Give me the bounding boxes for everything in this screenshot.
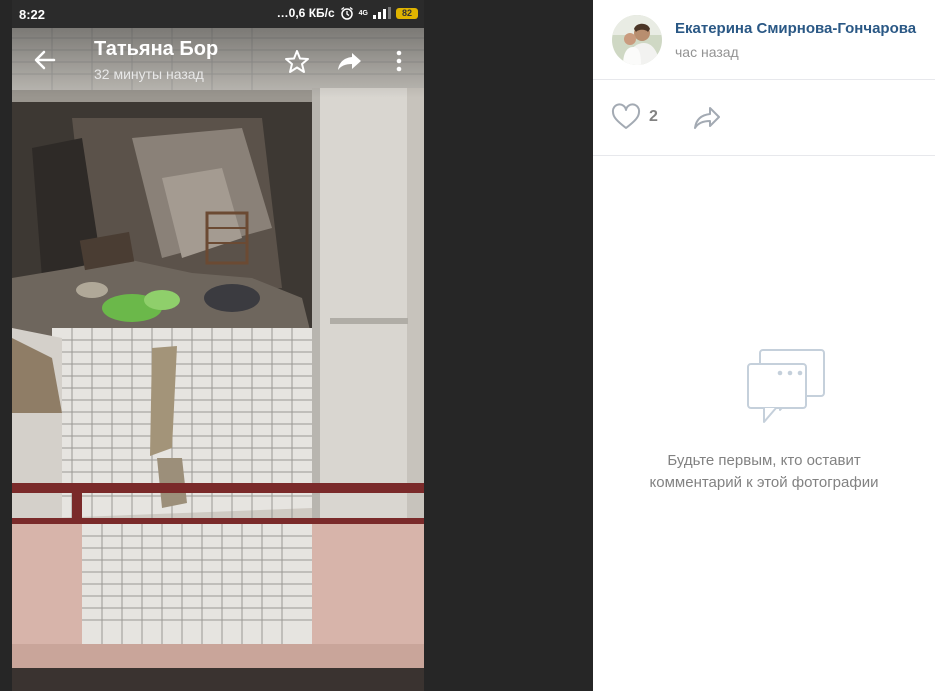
- share-post-button[interactable]: [691, 102, 723, 132]
- post-actions: 2: [593, 80, 935, 156]
- photo-screenshot[interactable]: 8:22 …0,6 КБ/с 4G 82 Татьяна Бор 32 мину…: [12, 0, 424, 691]
- like-count: 2: [649, 108, 658, 125]
- comments-empty-message: Будьте первым, кто оставит комментарий к…: [593, 450, 935, 494]
- battery-indicator: 82: [396, 7, 418, 19]
- star-icon[interactable]: [282, 46, 312, 76]
- network-speed: …0,6 КБ/с: [276, 6, 335, 20]
- avatar[interactable]: [612, 15, 662, 65]
- alarm-icon: [340, 6, 353, 20]
- photo-posted-time: 32 минуты назад: [94, 66, 204, 82]
- heart-icon: [611, 103, 641, 129]
- signal-icon: [373, 7, 391, 19]
- comments-empty-icon: [747, 349, 825, 423]
- building-damage-photo: [12, 28, 424, 691]
- back-arrow-icon[interactable]: [30, 45, 60, 75]
- status-time: 8:22: [19, 7, 46, 22]
- post-side-panel: Екатерина Смирнова-Гончарова час назад 2…: [593, 0, 935, 691]
- photo-viewer: 8:22 …0,6 КБ/с 4G 82 Татьяна Бор 32 мину…: [0, 0, 593, 691]
- empty-message-line: комментарий к этой фотографии: [649, 474, 879, 491]
- post-header: Екатерина Смирнова-Гончарова час назад: [593, 0, 935, 80]
- status-indicators: …0,6 КБ/с 4G 82: [277, 6, 418, 20]
- network-type: 4G: [358, 9, 368, 17]
- like-button[interactable]: 2: [611, 101, 658, 133]
- post-author-name[interactable]: Екатерина Смирнова-Гончарова: [675, 20, 916, 37]
- phone-status-bar: 8:22 …0,6 КБ/с 4G 82: [12, 0, 424, 28]
- share-icon[interactable]: [335, 46, 365, 76]
- post-time[interactable]: час назад: [675, 44, 739, 60]
- photo-author-name[interactable]: Татьяна Бор: [94, 38, 218, 61]
- more-icon[interactable]: [384, 46, 414, 76]
- empty-message-line: Будьте первым, кто оставит: [667, 452, 861, 469]
